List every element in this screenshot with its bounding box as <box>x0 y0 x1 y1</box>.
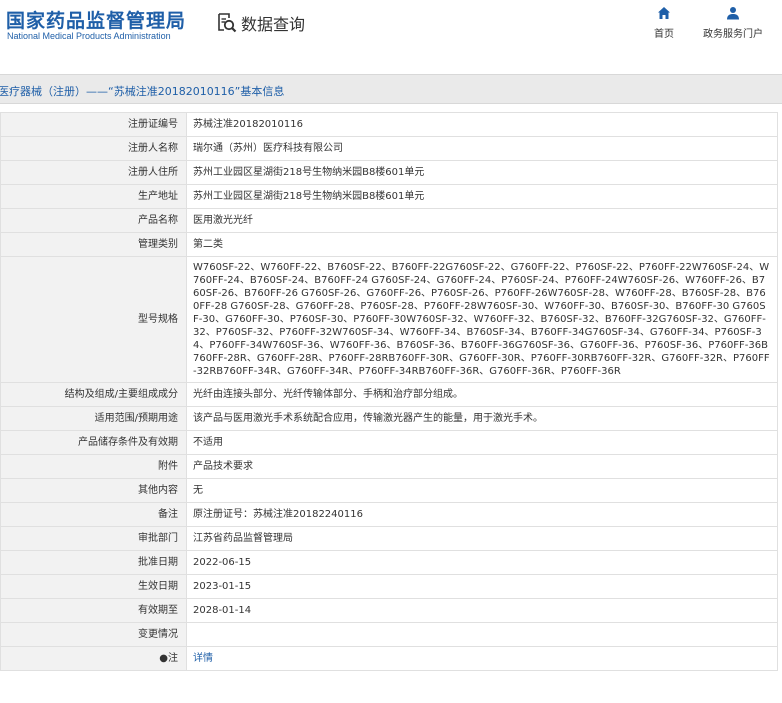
table-row: 结构及组成/主要组成成分 光纤由连接头部分、光纤传输体部分、手柄和治疗部分组成。 <box>0 382 778 407</box>
field-label: 备注 <box>0 502 187 527</box>
document-search-icon <box>218 13 237 33</box>
table-row: 产品储存条件及有效期 不适用 <box>0 430 778 455</box>
field-value: 光纤由连接头部分、光纤传输体部分、手柄和治疗部分组成。 <box>186 382 778 407</box>
field-value: 医用激光光纤 <box>186 208 778 233</box>
field-value: 第二类 <box>186 232 778 257</box>
field-value: 苏州工业园区星湖街218号生物纳米园B8楼601单元 <box>186 160 778 185</box>
field-label: 产品储存条件及有效期 <box>0 430 187 455</box>
site-logo-subtitle: National Medical Products Administration <box>7 31 171 41</box>
field-value <box>186 622 778 647</box>
field-label: 管理类别 <box>0 232 187 257</box>
table-row: 型号规格 W760SF-22、W760FF-22、B760SF-22、B760FF… <box>0 256 778 383</box>
nav-service-portal[interactable]: 政务服务门户 <box>702 6 764 40</box>
site-logo-title[interactable]: 国家药品监督管理局 <box>6 6 186 33</box>
field-value: 无 <box>186 478 778 503</box>
nav-home[interactable]: 首页 <box>652 6 676 40</box>
table-row: 注册人名称 瑞尔通（苏州）医疗科技有限公司 <box>0 136 778 161</box>
table-row: 生产地址 苏州工业园区星湖街218号生物纳米园B8楼601单元 <box>0 184 778 209</box>
table-row: 注册证编号 苏械注准20182010116 <box>0 112 778 137</box>
table-row: 产品名称 医用激光光纤 <box>0 208 778 233</box>
site-header: 国家药品监督管理局 National Medical Products Admi… <box>0 0 782 62</box>
field-value: 江苏省药品监督管理局 <box>186 526 778 551</box>
detail-table: 注册证编号 苏械注准20182010116 注册人名称 瑞尔通（苏州）医疗科技有限公司… <box>0 112 778 671</box>
table-row: 有效期至 2028-01-14 <box>0 598 778 623</box>
field-label: 型号规格 <box>0 256 187 383</box>
field-label: 适用范围/预期用途 <box>0 406 187 431</box>
data-query-label: 数据查询 <box>241 15 306 34</box>
field-label: 产品名称 <box>0 208 187 233</box>
table-row: 备注 原注册证号：苏械注准20182240116 <box>0 502 778 527</box>
table-row: 注册人住所 苏州工业园区星湖街218号生物纳米园B8楼601单元 <box>0 160 778 185</box>
field-label: 注册人名称 <box>0 136 187 161</box>
field-label: 批准日期 <box>0 550 187 575</box>
details-link[interactable]: 详情 <box>193 653 213 664</box>
breadcrumb: 医疗器械（注册）——“苏械注准20182010116”基本信息 <box>0 85 285 98</box>
field-value: W760SF-22、W760FF-22、B760SF-22、B760FF-22G… <box>186 256 778 383</box>
field-value: 2022-06-15 <box>186 550 778 575</box>
table-row: 管理类别 第二类 <box>0 232 778 257</box>
home-icon <box>658 7 670 19</box>
table-row: 生效日期 2023-01-15 <box>0 574 778 599</box>
field-value: 该产品与医用激光手术系统配合应用，传输激光器产生的能量，用于激光手术。 <box>186 406 778 431</box>
nav-home-label: 首页 <box>654 29 674 40</box>
field-label: ●注 <box>0 646 187 671</box>
field-label: 变更情况 <box>0 622 187 647</box>
table-row: ●注 详情 <box>0 646 778 671</box>
field-label: 结构及组成/主要组成成分 <box>0 382 187 407</box>
field-value: 不适用 <box>186 430 778 455</box>
breadcrumb-bar: 医疗器械（注册）——“苏械注准20182010116”基本信息 <box>0 74 782 104</box>
field-value-link-cell: 详情 <box>186 646 778 671</box>
table-row: 审批部门 江苏省药品监督管理局 <box>0 526 778 551</box>
field-label: 注册证编号 <box>0 112 187 137</box>
field-value: 产品技术要求 <box>186 454 778 479</box>
field-value: 2028-01-14 <box>186 598 778 623</box>
table-row: 适用范围/预期用途 该产品与医用激光手术系统配合应用，传输激光器产生的能量，用于激… <box>0 406 778 431</box>
field-label: 有效期至 <box>0 598 187 623</box>
field-label: 附件 <box>0 454 187 479</box>
field-label: 生产地址 <box>0 184 187 209</box>
field-value: 原注册证号：苏械注准20182240116 <box>186 502 778 527</box>
table-row: 批准日期 2022-06-15 <box>0 550 778 575</box>
field-label: 审批部门 <box>0 526 187 551</box>
field-value: 苏州工业园区星湖街218号生物纳米园B8楼601单元 <box>186 184 778 209</box>
table-row: 其他内容无 <box>0 478 778 503</box>
field-label: 注册人住所 <box>0 160 187 185</box>
field-label: 其他内容 <box>0 478 187 503</box>
table-row: 附件 产品技术要求 <box>0 454 778 479</box>
table-row: 变更情况 <box>0 622 778 647</box>
field-value: 苏械注准20182010116 <box>186 112 778 137</box>
field-value: 2023-01-15 <box>186 574 778 599</box>
field-value: 瑞尔通（苏州）医疗科技有限公司 <box>186 136 778 161</box>
nav-service-label: 政务服务门户 <box>703 29 763 40</box>
data-query-link[interactable]: 数据查询 <box>217 11 305 35</box>
user-icon <box>727 7 739 20</box>
field-label: 生效日期 <box>0 574 187 599</box>
